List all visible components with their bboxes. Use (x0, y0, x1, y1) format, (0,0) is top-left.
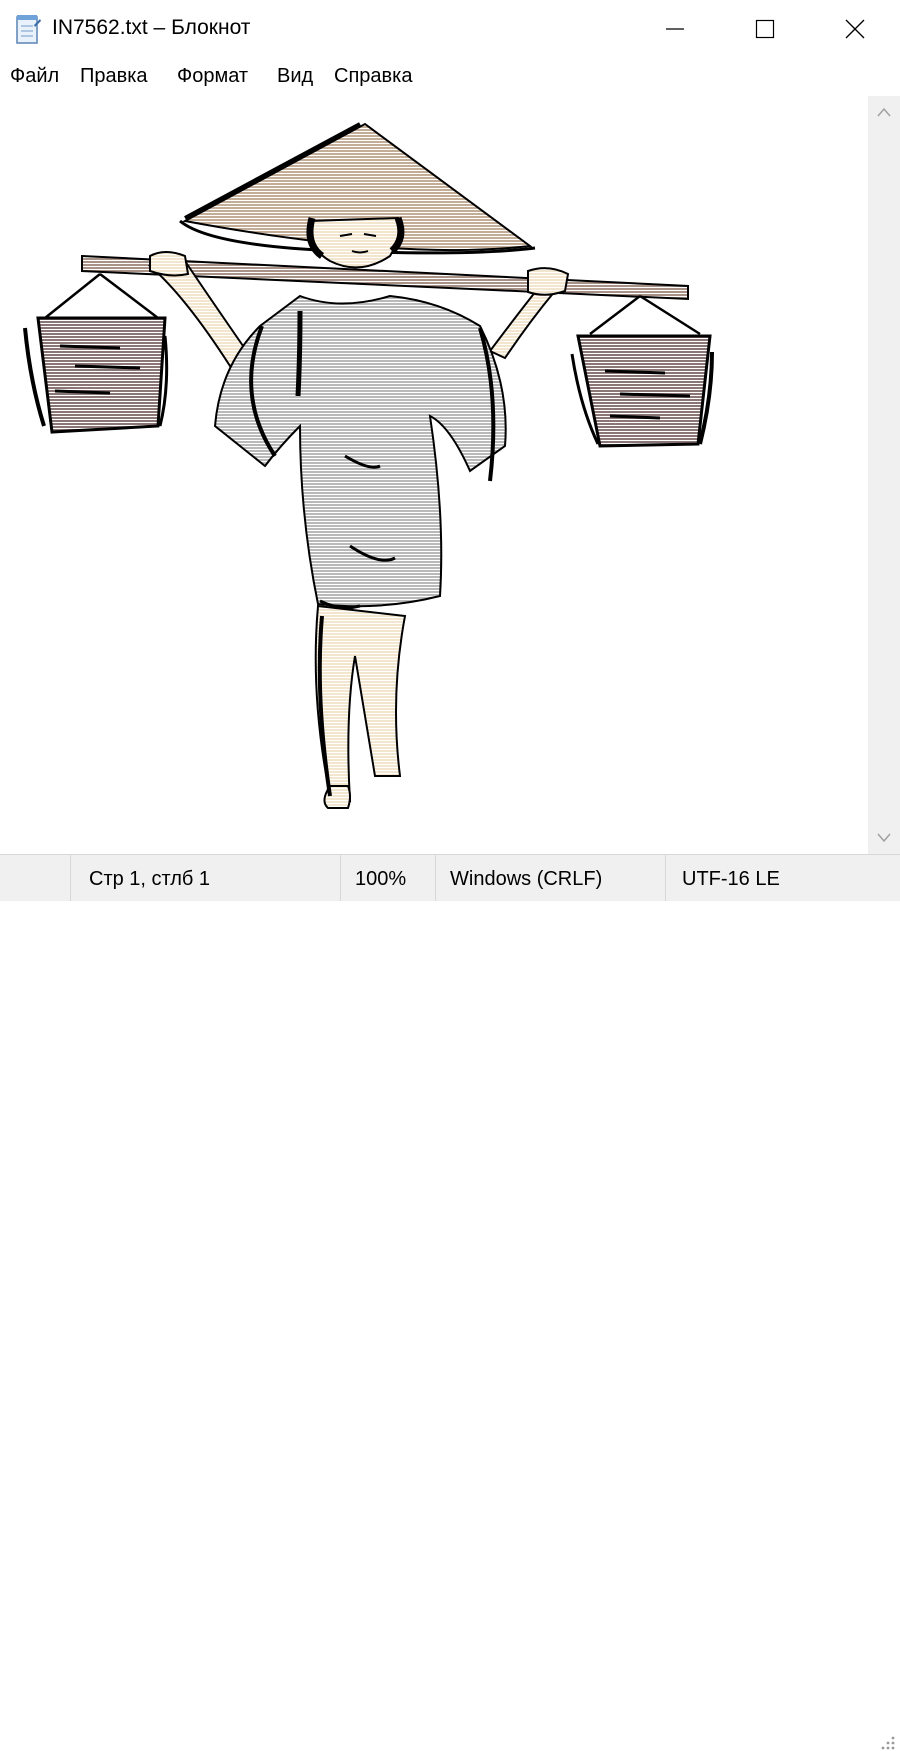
title-bar[interactable]: IN7562.txt – Блокнот (0, 0, 900, 58)
resize-grip-icon[interactable] (878, 1733, 896, 1751)
notepad-icon (16, 15, 41, 44)
menu-help[interactable]: Справка (334, 65, 412, 88)
scroll-down-icon[interactable] (876, 832, 892, 844)
text-editor[interactable] (0, 96, 868, 854)
minimize-button[interactable] (630, 0, 720, 58)
close-icon (845, 19, 865, 39)
legs (314, 604, 407, 803)
cursor-position: Стр 1, стлб 1 (89, 868, 211, 890)
line-endings: Windows (CRLF) (450, 868, 603, 890)
menu-bar: Файл Правка Формат Вид Справка (0, 58, 900, 97)
maximize-icon (755, 19, 775, 39)
left-bucket-handle (44, 273, 159, 319)
status-line-endings-cell: Windows (CRLF) (435, 855, 666, 901)
ascii-art-water-carrier (23, 122, 714, 809)
menu-format[interactable]: Формат (177, 65, 248, 88)
robe (213, 294, 507, 608)
menu-view[interactable]: Вид (277, 65, 313, 88)
zoom-level: 100% (355, 868, 407, 890)
encoding: UTF-16 LE (682, 868, 780, 890)
right-bucket (576, 334, 712, 448)
minimize-icon (666, 28, 684, 30)
status-position-cell: Стр 1, стлб 1 (70, 855, 341, 901)
maximize-button[interactable] (720, 0, 810, 58)
left-bucket (36, 316, 167, 434)
head (308, 216, 400, 269)
menu-edit[interactable]: Правка (80, 65, 148, 88)
status-zoom-cell: 100% (340, 855, 436, 901)
vertical-scrollbar[interactable] (868, 96, 900, 854)
status-encoding-cell: UTF-16 LE (665, 855, 871, 901)
window-title: IN7562.txt – Блокнот (52, 16, 251, 39)
menu-file[interactable]: Файл (10, 65, 59, 88)
right-arm (488, 284, 557, 360)
status-bar: Стр 1, стлб 1 100% Windows (CRLF) UTF-16… (0, 854, 900, 1750)
close-button[interactable] (810, 0, 900, 58)
scroll-up-icon[interactable] (876, 106, 892, 118)
right-bucket-handle (589, 294, 701, 336)
